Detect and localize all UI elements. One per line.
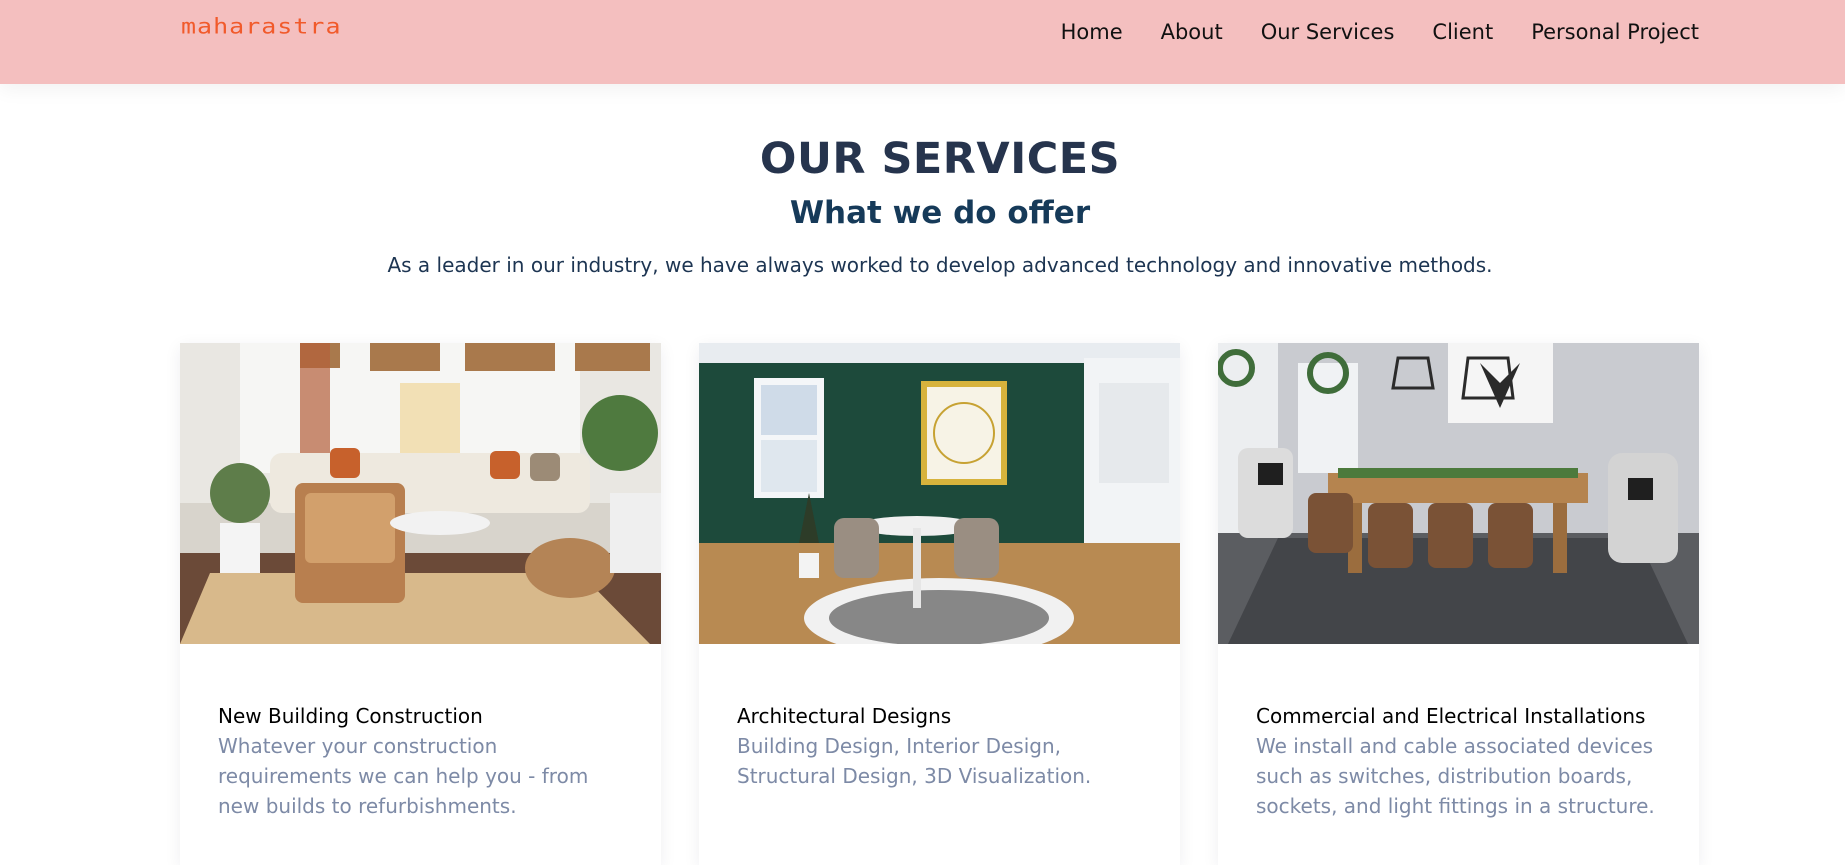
navbar: MAHARASTRA Home About Our Services Clien… <box>0 0 1845 84</box>
service-card-construction[interactable]: New Building Construction Whatever your … <box>180 343 661 865</box>
section-intro: As a leader in our industry, we have alw… <box>387 253 1493 277</box>
service-card-architecture[interactable]: Architectural Designs Building Design, I… <box>699 343 1180 865</box>
nav-home[interactable]: Home <box>1061 20 1123 44</box>
card-title: Architectural Designs <box>737 704 952 728</box>
section-subtitle: What we do offer <box>789 195 1091 231</box>
nav-client[interactable]: Client <box>1432 20 1493 44</box>
living-room-photo <box>180 343 661 644</box>
card-description: Whatever your construction requirements … <box>218 734 589 818</box>
section-title: OUR SERVICES <box>759 134 1121 184</box>
nav-about[interactable]: About <box>1161 20 1223 44</box>
nav-personal-project[interactable]: Personal Project <box>1531 20 1699 44</box>
service-card-electrical[interactable]: Commercial and Electrical Installations … <box>1218 343 1699 865</box>
card-description: Building Design, Interior Design, Struct… <box>737 734 1092 788</box>
dining-nook-photo <box>699 343 1180 644</box>
dining-room-photo <box>1218 343 1699 644</box>
main-nav: Home About Our Services Client Personal … <box>1061 20 1699 44</box>
brand-logo[interactable]: MAHARASTRA <box>181 14 342 39</box>
card-description: We install and cable associated devices … <box>1256 734 1655 818</box>
nav-our-services[interactable]: Our Services <box>1261 20 1395 44</box>
card-title: New Building Construction <box>218 704 483 728</box>
card-title: Commercial and Electrical Installations <box>1256 704 1646 728</box>
